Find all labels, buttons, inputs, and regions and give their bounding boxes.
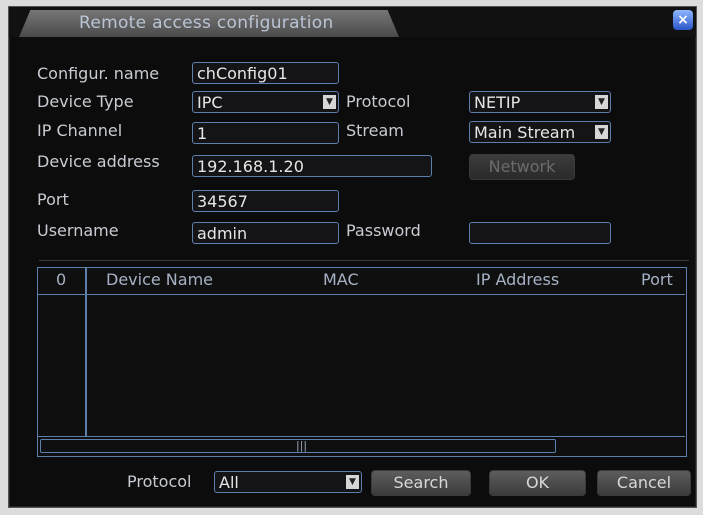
chevron-down-icon[interactable]: ▼ — [595, 95, 608, 109]
device-table: 0 Device Name MAC IP Address Port ||| — [37, 267, 687, 457]
config-name-label: Configur. name — [37, 64, 160, 83]
device-type-value: IPC — [197, 93, 223, 112]
col-port[interactable]: Port — [641, 270, 673, 289]
username-input[interactable]: admin — [192, 222, 339, 244]
col-mac[interactable]: MAC — [323, 270, 359, 289]
device-type-select[interactable]: IPC ▼ — [192, 91, 339, 113]
protocol-value: NETIP — [474, 93, 521, 112]
grip-icon: ||| — [296, 439, 308, 452]
title-bar: Remote access configuration × — [9, 7, 696, 37]
device-type-label: Device Type — [37, 92, 134, 111]
protocol-select[interactable]: NETIP ▼ — [469, 91, 611, 113]
chevron-down-icon[interactable]: ▼ — [323, 95, 336, 109]
protocol-label: Protocol — [346, 92, 411, 111]
username-label: Username — [37, 221, 119, 240]
password-label: Password — [346, 221, 421, 240]
port-label: Port — [37, 190, 69, 209]
divider — [39, 260, 689, 261]
footer-protocol-select[interactable]: All ▼ — [214, 471, 362, 493]
port-input[interactable]: 34567 — [192, 190, 339, 212]
col-device-name[interactable]: Device Name — [106, 270, 213, 289]
network-button[interactable]: Network — [469, 154, 575, 180]
dialog-title: Remote access configuration — [79, 13, 334, 33]
password-input[interactable] — [469, 222, 611, 244]
ip-channel-label: IP Channel — [37, 121, 123, 140]
device-address-label: Device address — [37, 152, 160, 171]
ip-channel-input[interactable]: 1 — [192, 122, 339, 144]
chevron-down-icon[interactable]: ▼ — [595, 125, 608, 139]
stream-value: Main Stream — [474, 123, 576, 142]
col-index[interactable]: 0 — [56, 270, 66, 289]
table-header: 0 Device Name MAC IP Address Port — [38, 268, 685, 295]
search-button[interactable]: Search — [371, 470, 471, 496]
scrollbar-thumb[interactable]: ||| — [40, 439, 556, 453]
col-ip-address[interactable]: IP Address — [476, 270, 559, 289]
config-name-input[interactable]: chConfig01 — [192, 62, 339, 84]
device-address-input[interactable]: 192.168.1.20 — [192, 155, 432, 177]
chevron-down-icon[interactable]: ▼ — [346, 475, 359, 489]
footer-protocol-label: Protocol — [127, 472, 192, 491]
footer-protocol-value: All — [219, 473, 239, 492]
column-divider — [85, 268, 87, 436]
horizontal-scrollbar[interactable]: ||| — [38, 436, 685, 455]
stream-label: Stream — [346, 121, 404, 140]
stream-select[interactable]: Main Stream ▼ — [469, 121, 611, 143]
ok-button[interactable]: OK — [489, 470, 586, 496]
remote-access-dialog: Remote access configuration × Configur. … — [8, 6, 697, 508]
close-icon[interactable]: × — [673, 10, 693, 30]
cancel-button[interactable]: Cancel — [597, 470, 691, 496]
